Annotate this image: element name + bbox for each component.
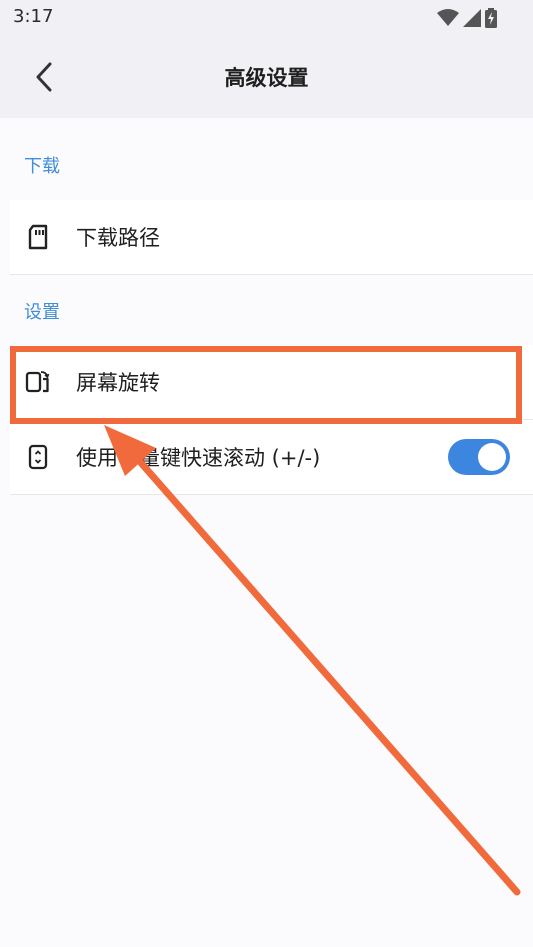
download-path-label: 下载路径 (76, 226, 160, 250)
download-path-item[interactable]: 下载路径 (10, 200, 533, 274)
divider (10, 494, 533, 495)
status-icons (437, 8, 497, 28)
wifi-icon (437, 9, 459, 26)
signal-icon (463, 9, 481, 27)
section-header-settings: 设置 (24, 302, 60, 323)
app-bar: 高级设置 (0, 36, 533, 118)
page-title: 高级设置 (224, 66, 309, 90)
divider (10, 274, 533, 275)
volume-key-scroll-item[interactable]: 使用音量键快速滚动 (+/-) (10, 420, 533, 494)
volume-key-scroll-label: 使用音量键快速滚动 (+/-) (76, 446, 321, 470)
section-header-download: 下载 (24, 156, 60, 177)
status-bar: 3:17 (0, 0, 533, 36)
screen-rotation-item[interactable]: 屏幕旋转 (10, 345, 533, 419)
screen-rotation-icon (24, 368, 52, 396)
phone-volume-icon (24, 443, 52, 471)
volume-key-scroll-toggle[interactable] (448, 439, 510, 475)
battery-icon (485, 8, 497, 28)
toggle-knob (478, 443, 506, 471)
status-time: 3:17 (13, 6, 54, 27)
screen-rotation-label: 屏幕旋转 (76, 371, 160, 395)
sd-card-icon (24, 223, 52, 251)
